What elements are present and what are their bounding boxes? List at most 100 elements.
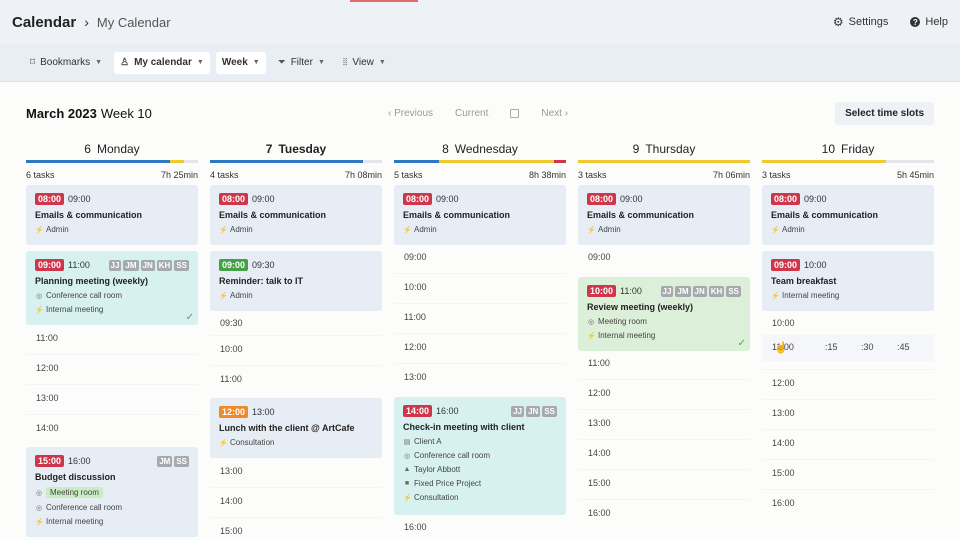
attendee-avatar[interactable]: JJ	[108, 259, 122, 271]
time-slot[interactable]: 14:00	[36, 423, 59, 433]
attendee-avatar[interactable]: JM	[157, 455, 173, 467]
event-card[interactable]: 09:00 11:00 JJ JM JN KH SS Planning meeting (we…	[26, 251, 198, 325]
time-slot[interactable]: 09:30	[220, 318, 243, 328]
end-time: 09:00	[436, 194, 459, 204]
time-slot[interactable]: 14:00	[588, 448, 611, 458]
event-card[interactable]: 15:00 16:00 JM SS Budget discussion ◎ Meeting …	[26, 447, 198, 537]
day-title[interactable]: 7 Tuesday	[210, 138, 382, 160]
attendee-avatar[interactable]: SS	[174, 455, 189, 467]
time-slot[interactable]: 13:00	[588, 418, 611, 428]
time-slot[interactable]: 12:00	[772, 378, 795, 388]
time-slot[interactable]: 16:00	[772, 498, 795, 508]
attendee-avatar[interactable]: JN	[692, 285, 707, 297]
event-card[interactable]: 09:00 09:30 Reminder: talk to IT ⚡ Admin	[210, 251, 382, 311]
event-card[interactable]: 08:00 09:00 Emails & communication ⚡ Admin	[578, 185, 750, 245]
time-slot[interactable]: 13:00	[220, 466, 243, 476]
event-title: Emails & communication	[219, 210, 327, 220]
attendee-avatar[interactable]: JJ	[660, 285, 674, 297]
attendee-avatar[interactable]: JN	[140, 259, 155, 271]
time-slot[interactable]: 13:00	[404, 372, 427, 382]
workload-segment	[553, 160, 566, 163]
time-slot[interactable]: 15:00	[588, 478, 611, 488]
current-button[interactable]: Current	[455, 108, 488, 119]
day-title[interactable]: 10 Friday	[762, 138, 934, 160]
quarter-slot[interactable]: :45	[897, 342, 910, 352]
event-time: 10:00 11:00 JJ JM JN KH SS	[587, 285, 741, 297]
filter-label: Filter	[290, 57, 313, 68]
event-card[interactable]: 10:00 11:00 JJ JM JN KH SS Review meeting (week…	[578, 277, 750, 351]
calendar-icon[interactable]	[510, 108, 520, 118]
attendee-avatar[interactable]: KH	[708, 285, 725, 297]
time-slot[interactable]: 16:00	[588, 508, 611, 518]
start-time-badge: 08:00	[771, 193, 801, 205]
time-slot[interactable]: 14:00	[772, 438, 795, 448]
help-button[interactable]: ? Help	[910, 16, 948, 28]
view-dropdown[interactable]: ⦙⦙ View ▼	[337, 52, 392, 74]
time-slot[interactable]: 10:00	[772, 318, 795, 328]
day-title[interactable]: 8 Wednesday	[394, 138, 566, 160]
event-detail: ▤ Client A	[403, 437, 557, 446]
detail-text: Admin	[414, 225, 437, 234]
detail-icon: ⚡	[35, 518, 44, 526]
time-slot[interactable]: 09:00	[588, 252, 611, 262]
detail-text: Admin	[230, 225, 253, 234]
quarter-slot[interactable]: :30	[861, 342, 874, 352]
time-slot[interactable]: 11:00	[36, 333, 58, 343]
time-slot[interactable]: 10:00	[404, 282, 427, 292]
quarter-slot[interactable]: :15	[825, 342, 838, 352]
attendee-avatar[interactable]: JM	[123, 259, 139, 271]
time-slot[interactable]: 13:00	[772, 408, 795, 418]
slot-line	[762, 399, 934, 400]
day-title[interactable]: 6 Monday	[26, 138, 198, 160]
attendee-avatar[interactable]: SS	[542, 405, 557, 417]
previous-button[interactable]: ‹ Previous	[388, 108, 433, 119]
time-slot[interactable]: 16:00	[404, 522, 427, 532]
event-card[interactable]: 08:00 09:00 Emails & communication ⚡ Admin	[210, 185, 382, 245]
time-slot[interactable]: 13:00	[36, 393, 59, 403]
my-calendar-dropdown[interactable]: ♙ My calendar ▼	[114, 51, 210, 74]
time-slot[interactable]: 11:00	[588, 358, 610, 368]
attendee-avatar[interactable]: JM	[675, 285, 691, 297]
attendee-avatar[interactable]: JN	[526, 405, 541, 417]
time-slot[interactable]: 12:00	[404, 342, 427, 352]
time-slot[interactable]: 15:00	[772, 468, 795, 478]
next-button[interactable]: Next ›	[541, 108, 568, 119]
event-card[interactable]: 12:00 13:00 Lunch with the client @ ArtCaf…	[210, 398, 382, 458]
attendee-avatar[interactable]: SS	[174, 259, 189, 271]
event-card[interactable]: 08:00 09:00 Emails & communication ⚡ Admin	[26, 185, 198, 245]
time-slot[interactable]: 14:00	[220, 496, 243, 506]
time-slot[interactable]: 11:00	[220, 374, 242, 384]
time-slot[interactable]: 12:00	[588, 388, 611, 398]
event-card[interactable]: 09:00 10:00 Team breakfast ⚡ Internal meetin…	[762, 251, 934, 311]
select-time-slots-button[interactable]: Select time slots	[835, 101, 934, 125]
attendee-avatar[interactable]: KH	[156, 259, 173, 271]
time-slot[interactable]: 10:00	[220, 344, 243, 354]
time-slot-quarters[interactable]: 11:00:15:30:45 ☝	[762, 335, 934, 361]
filter-dropdown[interactable]: ⏷ Filter ▼	[272, 52, 331, 74]
attendee-avatar[interactable]: SS	[726, 285, 741, 297]
event-time: 08:00 09:00	[771, 193, 925, 205]
event-detail: ⚡ Admin	[219, 225, 373, 234]
event-card[interactable]: 08:00 09:00 Emails & communication ⚡ Admin	[394, 185, 566, 245]
time-slot[interactable]: 11:00	[404, 312, 426, 322]
event-card[interactable]: 14:00 16:00 JJ JN SS Check-in meeting with cl…	[394, 397, 566, 515]
bookmarks-dropdown[interactable]: ⌑ Bookmarks ▼	[24, 52, 108, 74]
event-card[interactable]: 08:00 09:00 Emails & communication ⚡ Admin	[762, 185, 934, 245]
attendee-avatar[interactable]: JJ	[511, 405, 525, 417]
event-detail: ▲ Taylor Abbott	[403, 465, 557, 474]
slot-line	[26, 414, 198, 415]
time-slot[interactable]: 15:00	[220, 526, 243, 536]
detail-icon: ⚡	[219, 226, 228, 234]
detail-text: Taylor Abbott	[414, 465, 461, 474]
time-slot[interactable]: 12:00	[36, 363, 59, 373]
start-time-badge: 09:00	[771, 259, 801, 271]
time-slot[interactable]: 09:00	[404, 252, 427, 262]
settings-button[interactable]: ⚙ Settings	[833, 15, 889, 29]
end-time: 09:00	[804, 194, 827, 204]
day-title[interactable]: 9 Thursday	[578, 138, 750, 160]
event-time: 08:00 09:00	[403, 193, 557, 205]
breadcrumb-calendar[interactable]: Calendar	[12, 14, 76, 31]
day-body: 09:00 11:00 12:00 13:00 14:00 15:00 16:00 08:00…	[578, 185, 750, 540]
week-dropdown[interactable]: Week ▼	[215, 51, 266, 74]
start-time-badge: 15:00	[35, 455, 65, 467]
